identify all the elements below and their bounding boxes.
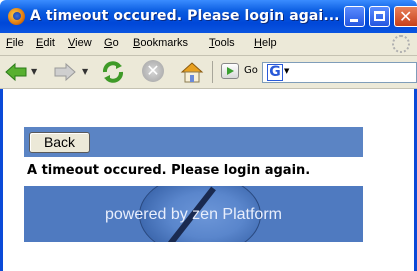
menu-bookmarks[interactable]: Bookmarks	[133, 37, 188, 49]
reload-icon[interactable]	[101, 60, 125, 84]
go-icon[interactable]	[221, 63, 239, 79]
search-engine-dropdown-icon[interactable]: ▼	[284, 67, 289, 75]
powered-by-text: powered by zen Platform	[105, 206, 282, 223]
minimize-icon	[350, 19, 358, 22]
footer-banner: powered by zen Platform	[24, 186, 363, 242]
forward-dropdown-icon[interactable]: ▼	[82, 67, 88, 76]
close-button[interactable]: ✕	[394, 6, 417, 27]
stop-icon[interactable]: ✕	[142, 60, 164, 82]
search-engine-icon[interactable]: G	[267, 64, 283, 81]
menu-bar: File Edit View Go Bookmarks Tools Help	[0, 33, 417, 56]
toolbar-separator	[212, 61, 213, 83]
timeout-message: A timeout occured. Please login again.	[27, 163, 311, 178]
close-icon: ✕	[399, 7, 413, 26]
go-label[interactable]: Go	[244, 65, 258, 76]
title-bar[interactable]: A timeout occured. Please login agai... …	[0, 0, 417, 33]
search-box[interactable]: G ▼	[262, 62, 417, 83]
page-content	[0, 89, 417, 271]
maximize-button[interactable]	[369, 6, 390, 27]
forward-arrow-icon[interactable]	[53, 62, 77, 82]
home-icon[interactable]	[180, 60, 204, 84]
menu-edit[interactable]: Edit	[36, 37, 55, 49]
window-title: A timeout occured. Please login agai...	[30, 8, 340, 24]
menu-view[interactable]: View	[68, 37, 92, 49]
back-arrow-icon[interactable]	[4, 62, 28, 82]
menu-go[interactable]: Go	[104, 37, 119, 49]
minimize-button[interactable]	[344, 6, 365, 27]
menu-help[interactable]: Help	[254, 37, 277, 49]
back-button[interactable]: Back	[29, 132, 90, 153]
maximize-icon	[374, 11, 385, 21]
menu-tools[interactable]: Tools	[209, 37, 235, 49]
firefox-icon[interactable]	[8, 8, 25, 25]
menu-file[interactable]: File	[6, 37, 24, 49]
navigation-toolbar: ▼ ▼ ✕ Go G ▼	[0, 56, 417, 89]
back-dropdown-icon[interactable]: ▼	[31, 67, 37, 76]
activity-throbber-icon	[392, 35, 410, 53]
